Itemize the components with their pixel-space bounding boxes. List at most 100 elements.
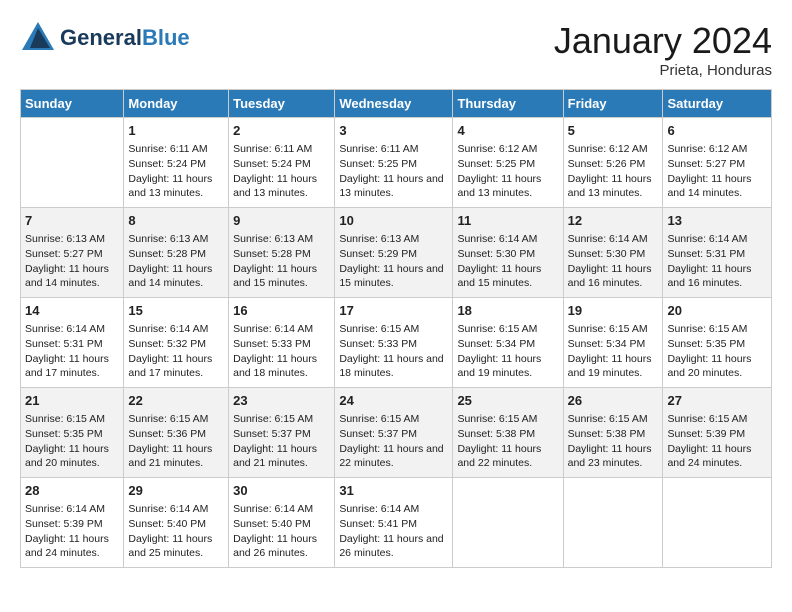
day-detail: Sunrise: 6:15 AMSunset: 5:35 PMDaylight:… <box>25 412 119 471</box>
day-number: 12 <box>568 212 659 230</box>
day-detail: Sunrise: 6:11 AMSunset: 5:25 PMDaylight:… <box>339 142 448 201</box>
day-number: 9 <box>233 212 330 230</box>
day-detail: Sunrise: 6:15 AMSunset: 5:34 PMDaylight:… <box>568 322 659 381</box>
col-header-wednesday: Wednesday <box>335 90 453 118</box>
day-detail: Sunrise: 6:11 AMSunset: 5:24 PMDaylight:… <box>128 142 224 201</box>
day-cell: 13 Sunrise: 6:14 AMSunset: 5:31 PMDayligh… <box>663 208 772 298</box>
day-number: 4 <box>457 122 558 140</box>
day-number: 18 <box>457 302 558 320</box>
day-detail: Sunrise: 6:14 AMSunset: 5:32 PMDaylight:… <box>128 322 224 381</box>
day-cell: 28 Sunrise: 6:14 AMSunset: 5:39 PMDayligh… <box>21 478 124 568</box>
day-detail: Sunrise: 6:11 AMSunset: 5:24 PMDaylight:… <box>233 142 330 201</box>
day-detail: Sunrise: 6:13 AMSunset: 5:28 PMDaylight:… <box>128 232 224 291</box>
page-header: GeneralBlue January 2024 Prieta, Hondura… <box>20 20 772 79</box>
day-cell: 23 Sunrise: 6:15 AMSunset: 5:37 PMDayligh… <box>229 388 335 478</box>
col-header-thursday: Thursday <box>453 90 563 118</box>
day-number: 5 <box>568 122 659 140</box>
day-cell: 4 Sunrise: 6:12 AMSunset: 5:25 PMDaylight… <box>453 118 563 208</box>
day-number: 20 <box>667 302 767 320</box>
day-cell: 12 Sunrise: 6:14 AMSunset: 5:30 PMDayligh… <box>563 208 663 298</box>
day-number: 15 <box>128 302 224 320</box>
day-number: 28 <box>25 482 119 500</box>
day-cell: 30Sunrise: 6:14 AMSunset: 5:40 PMDayligh… <box>229 478 335 568</box>
title-block: January 2024 Prieta, Honduras <box>554 20 772 79</box>
day-cell: 26 Sunrise: 6:15 AMSunset: 5:38 PMDayligh… <box>563 388 663 478</box>
day-cell: 19 Sunrise: 6:15 AMSunset: 5:34 PMDayligh… <box>563 298 663 388</box>
week-row: 28 Sunrise: 6:14 AMSunset: 5:39 PMDayligh… <box>21 478 772 568</box>
day-cell: 8Sunrise: 6:13 AMSunset: 5:28 PMDaylight… <box>124 208 229 298</box>
day-number: 14 <box>25 302 119 320</box>
day-detail: Sunrise: 6:14 AMSunset: 5:30 PMDaylight:… <box>568 232 659 291</box>
header-row: SundayMondayTuesdayWednesdayThursdayFrid… <box>21 90 772 118</box>
day-number: 23 <box>233 392 330 410</box>
day-detail: Sunrise: 6:15 AMSunset: 5:37 PMDaylight:… <box>233 412 330 471</box>
day-number: 26 <box>568 392 659 410</box>
day-number: 3 <box>339 122 448 140</box>
day-detail: Sunrise: 6:12 AMSunset: 5:27 PMDaylight:… <box>667 142 767 201</box>
day-detail: Sunrise: 6:14 AMSunset: 5:41 PMDaylight:… <box>339 502 448 561</box>
day-number: 1 <box>128 122 224 140</box>
day-number: 29 <box>128 482 224 500</box>
day-number: 11 <box>457 212 558 230</box>
day-cell: 2 Sunrise: 6:11 AMSunset: 5:24 PMDaylight… <box>229 118 335 208</box>
day-cell: 5Sunrise: 6:12 AMSunset: 5:26 PMDaylight… <box>563 118 663 208</box>
day-number: 25 <box>457 392 558 410</box>
day-cell: 21Sunrise: 6:15 AMSunset: 5:35 PMDayligh… <box>21 388 124 478</box>
day-number: 2 <box>233 122 330 140</box>
day-detail: Sunrise: 6:14 AMSunset: 5:31 PMDaylight:… <box>667 232 767 291</box>
day-cell: 14 Sunrise: 6:14 AMSunset: 5:31 PMDayligh… <box>21 298 124 388</box>
day-detail: Sunrise: 6:12 AMSunset: 5:25 PMDaylight:… <box>457 142 558 201</box>
week-row: 21Sunrise: 6:15 AMSunset: 5:35 PMDayligh… <box>21 388 772 478</box>
day-detail: Sunrise: 6:13 AMSunset: 5:27 PMDaylight:… <box>25 232 119 291</box>
day-cell: 25 Sunrise: 6:15 AMSunset: 5:38 PMDayligh… <box>453 388 563 478</box>
day-number: 13 <box>667 212 767 230</box>
day-cell: 7 Sunrise: 6:13 AMSunset: 5:27 PMDaylight… <box>21 208 124 298</box>
day-detail: Sunrise: 6:14 AMSunset: 5:39 PMDaylight:… <box>25 502 119 561</box>
month-title: January 2024 <box>554 20 772 62</box>
day-cell: 11 Sunrise: 6:14 AMSunset: 5:30 PMDayligh… <box>453 208 563 298</box>
day-cell <box>563 478 663 568</box>
day-detail: Sunrise: 6:14 AMSunset: 5:40 PMDaylight:… <box>233 502 330 561</box>
day-detail: Sunrise: 6:14 AMSunset: 5:33 PMDaylight:… <box>233 322 330 381</box>
day-cell: 1 Sunrise: 6:11 AMSunset: 5:24 PMDaylight… <box>124 118 229 208</box>
day-cell: 17 Sunrise: 6:15 AMSunset: 5:33 PMDayligh… <box>335 298 453 388</box>
col-header-saturday: Saturday <box>663 90 772 118</box>
logo-icon <box>20 20 56 56</box>
day-cell <box>453 478 563 568</box>
col-header-friday: Friday <box>563 90 663 118</box>
day-detail: Sunrise: 6:15 AMSunset: 5:33 PMDaylight:… <box>339 322 448 381</box>
day-number: 24 <box>339 392 448 410</box>
day-detail: Sunrise: 6:15 AMSunset: 5:39 PMDaylight:… <box>667 412 767 471</box>
col-header-tuesday: Tuesday <box>229 90 335 118</box>
col-header-monday: Monday <box>124 90 229 118</box>
day-detail: Sunrise: 6:15 AMSunset: 5:34 PMDaylight:… <box>457 322 558 381</box>
day-cell: 10Sunrise: 6:13 AMSunset: 5:29 PMDayligh… <box>335 208 453 298</box>
col-header-sunday: Sunday <box>21 90 124 118</box>
day-cell: 18 Sunrise: 6:15 AMSunset: 5:34 PMDayligh… <box>453 298 563 388</box>
day-cell: 29 Sunrise: 6:14 AMSunset: 5:40 PMDayligh… <box>124 478 229 568</box>
day-detail: Sunrise: 6:13 AMSunset: 5:29 PMDaylight:… <box>339 232 448 291</box>
day-detail: Sunrise: 6:14 AMSunset: 5:31 PMDaylight:… <box>25 322 119 381</box>
week-row: 7 Sunrise: 6:13 AMSunset: 5:27 PMDaylight… <box>21 208 772 298</box>
day-number: 17 <box>339 302 448 320</box>
day-detail: Sunrise: 6:14 AMSunset: 5:30 PMDaylight:… <box>457 232 558 291</box>
day-detail: Sunrise: 6:13 AMSunset: 5:28 PMDaylight:… <box>233 232 330 291</box>
day-number: 31 <box>339 482 448 500</box>
day-number: 7 <box>25 212 119 230</box>
week-row: 14 Sunrise: 6:14 AMSunset: 5:31 PMDayligh… <box>21 298 772 388</box>
day-detail: Sunrise: 6:15 AMSunset: 5:35 PMDaylight:… <box>667 322 767 381</box>
day-cell: 15 Sunrise: 6:14 AMSunset: 5:32 PMDayligh… <box>124 298 229 388</box>
day-detail: Sunrise: 6:15 AMSunset: 5:38 PMDaylight:… <box>568 412 659 471</box>
logo-text: GeneralBlue <box>60 26 190 50</box>
day-number: 6 <box>667 122 767 140</box>
day-number: 19 <box>568 302 659 320</box>
day-cell: 6 Sunrise: 6:12 AMSunset: 5:27 PMDaylight… <box>663 118 772 208</box>
day-cell: 9 Sunrise: 6:13 AMSunset: 5:28 PMDaylight… <box>229 208 335 298</box>
day-cell <box>663 478 772 568</box>
day-cell: 31 Sunrise: 6:14 AMSunset: 5:41 PMDayligh… <box>335 478 453 568</box>
day-cell: 24Sunrise: 6:15 AMSunset: 5:37 PMDayligh… <box>335 388 453 478</box>
day-detail: Sunrise: 6:15 AMSunset: 5:36 PMDaylight:… <box>128 412 224 471</box>
day-detail: Sunrise: 6:15 AMSunset: 5:38 PMDaylight:… <box>457 412 558 471</box>
day-detail: Sunrise: 6:14 AMSunset: 5:40 PMDaylight:… <box>128 502 224 561</box>
location-subtitle: Prieta, Honduras <box>554 62 772 79</box>
